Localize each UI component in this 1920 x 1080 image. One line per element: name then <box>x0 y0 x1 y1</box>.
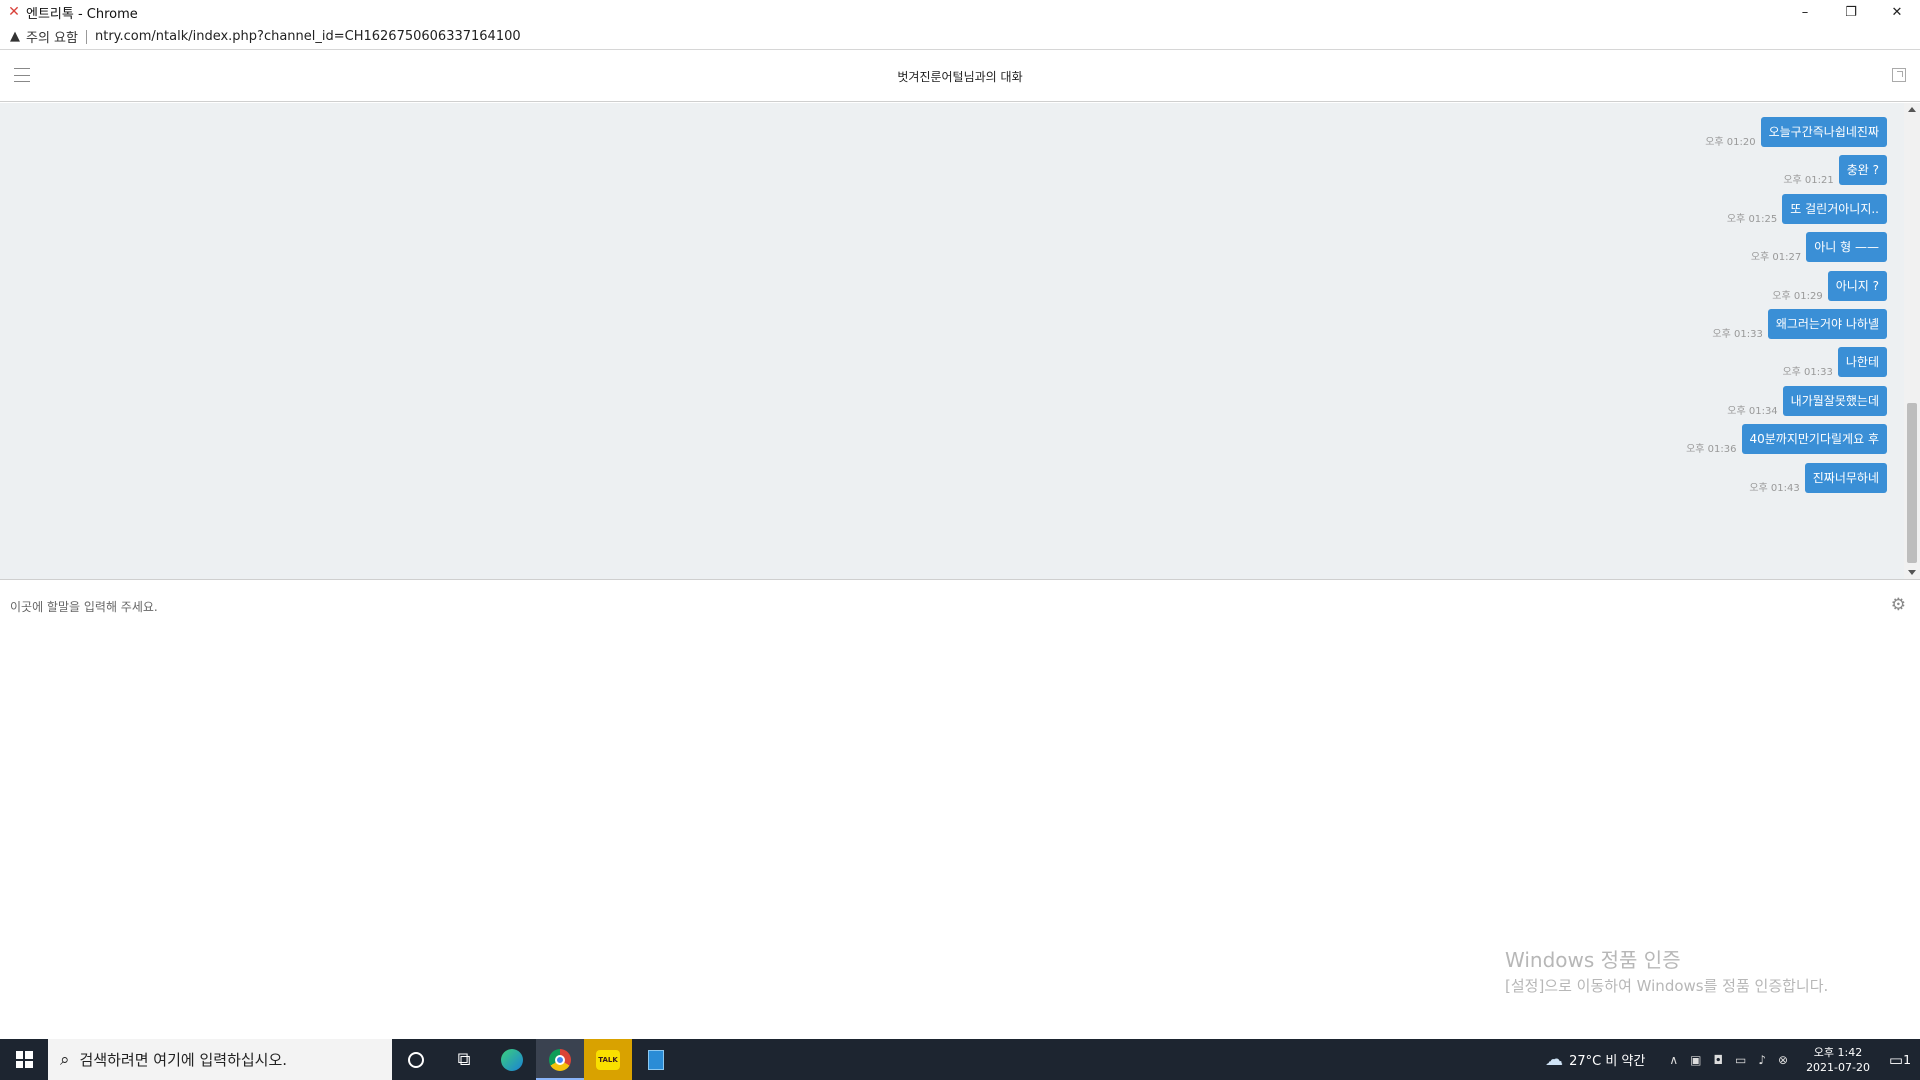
windows-taskbar: ⌕ 검색하려면 여기에 입력하십시오. ⧉ TALK ☁ 27°C 비 약간 ∧… <box>0 1039 1920 1080</box>
notification-icon: ▭ <box>1888 1050 1904 1069</box>
message-timestamp: 오후 01:20 <box>1705 137 1756 148</box>
weather-cloud-icon[interactable]: ☁ <box>1545 1049 1563 1070</box>
address-bar[interactable]: ▲ 주의 요함 ntry.com/ntalk/index.php?channel… <box>0 24 1920 50</box>
message-bubble[interactable]: 아니 형 —— <box>1806 232 1887 262</box>
message-timestamp: 오후 01:21 <box>1783 175 1834 186</box>
restore-button[interactable]: ❐ <box>1828 0 1874 24</box>
network-icon[interactable]: ▭ <box>1735 1053 1746 1067</box>
kakaotalk-taskbar-button[interactable]: TALK <box>584 1039 632 1080</box>
security-warning[interactable]: 주의 요함 <box>26 27 78 46</box>
window-title: 엔트리톡 - Chrome <box>26 6 138 22</box>
message-bubble[interactable]: 내가뭘잘못했는데 <box>1782 386 1887 416</box>
close-button[interactable]: ✕ <box>1874 0 1920 24</box>
chat-header: 벗겨진룬어털님과의 대화 <box>0 51 1920 102</box>
show-hidden-icons-chevron-icon[interactable]: ∧ <box>1669 1053 1678 1067</box>
message-bubble[interactable]: 오늘구간즉나쉽네진짜 <box>1760 117 1887 147</box>
clock-date: 2021-07-20 <box>1806 1060 1870 1074</box>
taskbar-search-placeholder[interactable]: 검색하려면 여기에 입력하십시오. <box>80 1049 288 1070</box>
message-bubble[interactable]: 왜그러는거야 나하녤 <box>1767 309 1887 339</box>
chat-message: 오후 01:33 왜그러는거야 나하녤 <box>1712 309 1887 340</box>
minimize-button[interactable]: – <box>1782 0 1828 24</box>
cortana-button[interactable] <box>392 1039 440 1080</box>
message-timestamp: 오후 01:36 <box>1686 444 1737 455</box>
message-bubble[interactable]: 아니지 ? <box>1827 271 1887 301</box>
edge-taskbar-button[interactable] <box>488 1039 536 1080</box>
cortana-circle-icon <box>408 1051 424 1068</box>
volume-icon[interactable]: ♪ <box>1758 1053 1766 1067</box>
chat-message: 오후 01:34 내가뭘잘못했는데 <box>1727 386 1887 417</box>
browser-title-bar: ✕ 엔트리톡 - Chrome – ❐ ✕ <box>0 0 1920 24</box>
chrome-taskbar-button[interactable] <box>536 1039 584 1080</box>
warning-icon[interactable]: ▲ <box>10 29 20 44</box>
message-timestamp: 오후 01:27 <box>1750 252 1802 263</box>
search-icon: ⌕ <box>60 1049 70 1070</box>
security-icon[interactable]: ◘ <box>1713 1053 1723 1067</box>
chat-message: 오후 01:21 충완 ? <box>1783 155 1887 186</box>
chat-message: 오후 01:25 또 걸린거아니지.. <box>1726 194 1887 225</box>
chat-message: 오후 01:36 40분까지만기다릴게요 후 <box>1686 424 1887 455</box>
windows-activation-watermark: Windows 정품 인증 [설정]으로 이동하여 Windows를 정품 인증… <box>1505 944 1828 996</box>
message-bubble[interactable]: 또 걸린거아니지.. <box>1782 194 1887 224</box>
message-timestamp: 오후 01:34 <box>1727 406 1778 417</box>
chat-message-list[interactable]: 오후 01:20 오늘구간즉나쉽네진짜오후 01:21 충완 ? 오후 01:25 또 … <box>0 103 1904 579</box>
weather-text[interactable]: 27°C 비 약간 <box>1569 1050 1645 1069</box>
task-view-icon: ⧉ <box>457 1049 471 1070</box>
chat-scrollbar[interactable] <box>1904 103 1920 579</box>
message-bubble[interactable]: 나한테 <box>1837 347 1887 377</box>
scroll-down-arrow-icon[interactable] <box>1908 570 1916 575</box>
message-input[interactable]: 이곳에 할말을 입력해 주세요. <box>10 598 158 615</box>
watermark-title: Windows 정품 인증 <box>1505 948 1681 972</box>
device-icon[interactable]: ▣ <box>1690 1053 1701 1067</box>
message-bubble[interactable]: 진짜너무하네 <box>1804 463 1887 493</box>
start-button[interactable] <box>0 1039 48 1080</box>
watermark-subtitle: [설정]으로 이동하여 Windows를 정품 인증합니다. <box>1505 977 1829 995</box>
chat-message: 오후 01:33 나한테 <box>1782 347 1887 378</box>
window-controls: – ❐ ✕ <box>1782 0 1920 24</box>
message-bubble[interactable]: 40분까지만기다릴게요 후 <box>1741 424 1887 454</box>
system-tray: ☁ 27°C 비 약간 ∧ ▣ ◘ ▭ ♪ ⊗ 오후 1:42 2021-07-… <box>1545 1039 1920 1080</box>
windows-logo-icon <box>15 1051 33 1068</box>
scrollbar-thumb[interactable] <box>1907 403 1917 563</box>
message-bubble[interactable]: 충완 ? <box>1838 155 1887 185</box>
notification-count: 1 <box>1903 1052 1912 1067</box>
expand-icon[interactable] <box>1892 68 1906 82</box>
calculator-taskbar-button[interactable] <box>632 1039 680 1080</box>
url-text[interactable]: ntry.com/ntalk/index.php?channel_id=CH16… <box>95 29 521 44</box>
chat-message: 오후 01:29 아니지 ? <box>1772 271 1887 302</box>
chat-title: 벗겨진룬어털님과의 대화 <box>897 70 1023 84</box>
address-separator <box>85 29 87 44</box>
language-icon[interactable]: ⊗ <box>1778 1053 1788 1067</box>
calculator-icon <box>648 1049 664 1070</box>
scroll-up-arrow-icon[interactable] <box>1908 107 1916 112</box>
chrome-icon <box>549 1048 571 1071</box>
message-timestamp: 오후 01:33 <box>1712 329 1763 340</box>
taskbar-search-box[interactable]: ⌕ 검색하려면 여기에 입력하십시오. <box>48 1039 392 1080</box>
kakaotalk-icon: TALK <box>596 1049 620 1070</box>
chat-message: 오후 01:27 아니 형 —— <box>1750 232 1887 263</box>
message-timestamp: 오후 01:25 <box>1726 214 1778 225</box>
entry-app-icon: ✕ <box>8 4 20 20</box>
chat-message: 오후 01:20 오늘구간즉나쉽네진짜 <box>1705 117 1887 148</box>
task-view-button[interactable]: ⧉ <box>440 1039 488 1080</box>
message-timestamp: 오후 01:29 <box>1772 291 1823 302</box>
chat-message: 오후 01:43 진짜너무하네 <box>1749 463 1887 494</box>
clock-time: 오후 1:42 <box>1813 1045 1863 1059</box>
message-timestamp: 오후 01:43 <box>1749 483 1800 494</box>
edge-icon <box>501 1048 523 1071</box>
message-timestamp: 오후 01:33 <box>1782 367 1833 378</box>
gear-icon[interactable]: ⚙ <box>1891 595 1906 615</box>
taskbar-clock[interactable]: 오후 1:42 2021-07-20 <box>1806 1045 1870 1075</box>
notification-center-button[interactable]: ▭ 1 <box>1880 1039 1920 1080</box>
